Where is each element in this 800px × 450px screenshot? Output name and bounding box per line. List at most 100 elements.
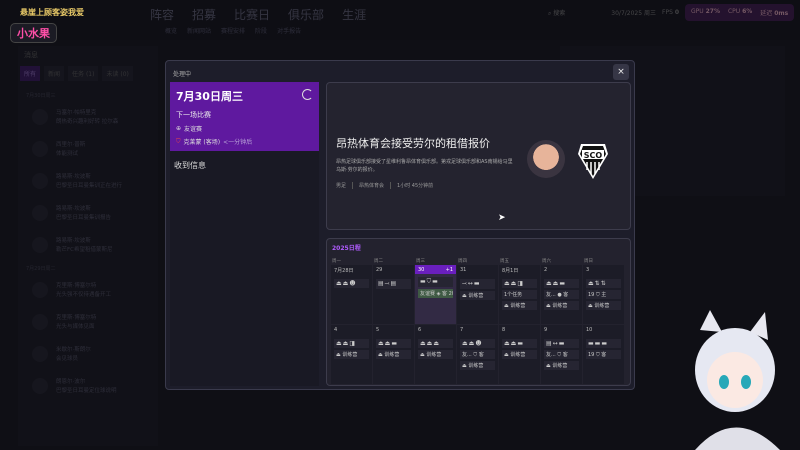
news-article[interactable]: 昂热体育会接受劳尔的租借报价 昂热足球俱乐部接受了星维利鲁昂体育俱乐部。第戎足球…: [326, 82, 631, 230]
streamer-name: 小水果: [10, 23, 57, 43]
day-date: 8: [502, 327, 506, 333]
day-header: 周五: [500, 259, 509, 264]
club-crest-icon: ⛉: [176, 137, 181, 145]
activity-icons: ⏏⏏◨: [334, 339, 369, 348]
calendar-event[interactable]: ⏏ 训练营: [544, 301, 579, 310]
calendar-event[interactable]: 友... ⛉ 客: [544, 350, 579, 359]
activity-icons: ⏏⏏▬: [544, 279, 579, 288]
calendar-day[interactable]: 5 ⏏⏏▬ ⏏ 训练营: [373, 325, 414, 384]
player-avatar: [527, 140, 565, 178]
calendar-event[interactable]: 19 ⛉ 客: [586, 350, 621, 359]
calendar-day[interactable]: 10 ▬▬▬ 19 ⛉ 客: [583, 325, 624, 384]
activity-icons: ▤⤙▤: [376, 279, 411, 289]
calendar-day[interactable]: 2 ⏏⏏▬ 友... ● 客 ⏏ 训练营: [541, 265, 582, 324]
calendar-day[interactable]: 29 ▤⤙▤: [373, 265, 414, 324]
received-heading: 收到信息: [174, 161, 206, 170]
day-date: 7月28日: [334, 268, 354, 274]
day-date: 6: [418, 327, 422, 333]
calendar-event[interactable]: ⏏ 训练营: [502, 301, 537, 310]
day-date: 29: [376, 267, 383, 273]
calendar-title: 2025日程: [332, 245, 361, 252]
match-time: <一分钟后: [223, 139, 253, 146]
article-headline: 昂热体育会接受劳尔的租借报价: [336, 137, 490, 150]
day-header: 周日: [584, 259, 593, 264]
schedule-calendar: 2025日程 周一 周二 周三 周四 周五 周六 周日 7月28日 ⏏⏏☻ 29 ▤⤙▤ 30 +1 ▬⛉…: [326, 238, 631, 386]
calendar-event[interactable]: ⏏ 训练营: [586, 301, 621, 310]
day-header: 周二: [374, 259, 383, 264]
activity-icons: ⏏⏏☻: [334, 279, 369, 288]
calendar-day[interactable]: 7 ⏏⏏☻ 友... ⛉ 客 ⏏ 训练营: [457, 325, 498, 384]
day-header: 周三: [416, 259, 425, 264]
friendly-icon: ⊕: [176, 125, 182, 132]
opponent-row: ⛉ 克莱蒙 (客场) <一分钟后: [176, 137, 313, 147]
calendar-day[interactable]: 3 ⏏⇅⇅ 19 ⛉ 主 ⏏ 训练营: [583, 265, 624, 324]
calendar-day[interactable]: 7月28日 ⏏⏏☻: [331, 265, 372, 324]
modal-sidebar: 7月30日周三 下一场比赛 ⊕ 友谊赛 ⛉ 克莱蒙 (客场) <一分钟后 收到信息: [170, 82, 319, 386]
calendar-event[interactable]: ⏏ 训练营: [460, 291, 495, 300]
extra-count: +1: [445, 267, 453, 273]
day-date: 30: [418, 267, 425, 273]
calendar-day[interactable]: 30 +1 ▬⛉▬ 友谊赛 ◈ 客 20:00: [415, 265, 456, 324]
calendar-event[interactable]: 1个任务: [502, 290, 537, 299]
article-tags: 男足 昂热体育会 1小时 45分钟前: [336, 182, 433, 189]
calendar-day[interactable]: 31 ⤙↔▬ ⏏ 训练营: [457, 265, 498, 324]
day-header: 周一: [332, 259, 341, 264]
close-button[interactable]: ×: [613, 64, 629, 80]
tag-club: 昂热体育会: [352, 182, 384, 189]
day-date: 4: [334, 327, 338, 333]
loading-spinner-icon: [302, 89, 313, 100]
competition-row: ⊕ 友谊赛: [176, 124, 313, 133]
day-date: 10: [586, 327, 593, 333]
tag-time: 1小时 45分钟前: [390, 182, 433, 189]
activity-icons: ⏏⏏▬: [502, 339, 537, 348]
calendar-day[interactable]: 6 ⏏⏏⏏ ⏏ 训练营: [415, 325, 456, 384]
club-crest-icon: SCO: [578, 144, 608, 179]
streamer-logo: 悬崖上顾客姿我爱 小水果: [4, 4, 154, 43]
modal-title: 处理中: [173, 71, 192, 78]
calendar-day[interactable]: 8 ⏏⏏▬ ⏏ 训练营: [499, 325, 540, 384]
calendar-day[interactable]: 8月1日 ⏏⏏◨ 1个任务 ⏏ 训练营: [499, 265, 540, 324]
calendar-event[interactable]: 友谊赛 ◈ 客 20:00: [418, 289, 453, 298]
day-date: 2: [544, 267, 548, 273]
streamer-banner: 悬崖上顾客姿我爱: [20, 8, 84, 17]
day-date: 5: [376, 327, 380, 333]
calendar-event[interactable]: ⏏ 训练营: [502, 350, 537, 359]
next-match-date: 7月30日周三: [176, 90, 243, 103]
vtuber-avatar: [695, 310, 780, 450]
calendar-event[interactable]: 友... ● 客: [544, 290, 579, 299]
activity-icons: ▤↔▬: [544, 339, 579, 348]
day-date: 3: [586, 267, 590, 273]
calendar-event[interactable]: 19 ⛉ 主: [586, 290, 621, 299]
activity-icons: ⏏⏏⏏: [418, 339, 453, 348]
day-date: 9: [544, 327, 548, 333]
crest-text: SCO: [584, 151, 603, 160]
processing-modal: 处理中 × 7月30日周三 下一场比赛 ⊕ 友谊赛 ⛉ 克莱蒙 (客场) <一分钟后 …: [165, 60, 635, 390]
opponent-name: 克莱蒙 (客场): [183, 139, 221, 146]
competition-name: 友谊赛: [184, 126, 203, 133]
day-header: 周六: [542, 259, 551, 264]
day-date: 8月1日: [502, 268, 519, 274]
calendar-day[interactable]: 9 ▤↔▬ 友... ⛉ 客 ⏏ 训练营: [541, 325, 582, 384]
mouse-cursor-icon: ➤: [498, 213, 506, 223]
activity-icons: ▬⛉▬: [418, 277, 453, 287]
calendar-event[interactable]: ⏏ 训练营: [418, 350, 453, 359]
calendar-event[interactable]: ⏏ 训练营: [544, 361, 579, 370]
article-body: 昂热足球俱乐部接受了星维利鲁昂体育俱乐部。第戎足球俱乐部和AS南锡给马里乌斯·劳…: [336, 159, 513, 173]
activity-icons: ⏏⏏◨: [502, 279, 537, 288]
activity-icons: ▬▬▬: [586, 339, 621, 348]
calendar-event[interactable]: 友... ⛉ 客: [460, 350, 495, 359]
calendar-day[interactable]: 4 ⏏⏏◨ ⏏ 训练营: [331, 325, 372, 384]
day-date: 31: [460, 267, 467, 273]
activity-icons: ⤙↔▬: [460, 279, 495, 289]
calendar-event[interactable]: ⏏ 训练营: [460, 361, 495, 370]
calendar-event[interactable]: ⏏ 训练营: [376, 350, 411, 359]
day-date: 7: [460, 327, 464, 333]
calendar-event[interactable]: ⏏ 训练营: [334, 350, 369, 359]
activity-icons: ⏏⏏▬: [376, 339, 411, 348]
activity-icons: ⏏⇅⇅: [586, 279, 621, 288]
activity-icons: ⏏⏏☻: [460, 339, 495, 348]
next-match-label: 下一场比赛: [176, 111, 211, 119]
day-header: 周四: [458, 259, 467, 264]
next-match-card[interactable]: 7月30日周三 下一场比赛 ⊕ 友谊赛 ⛉ 克莱蒙 (客场) <一分钟后: [170, 82, 319, 151]
tag-category: 男足: [336, 183, 347, 189]
